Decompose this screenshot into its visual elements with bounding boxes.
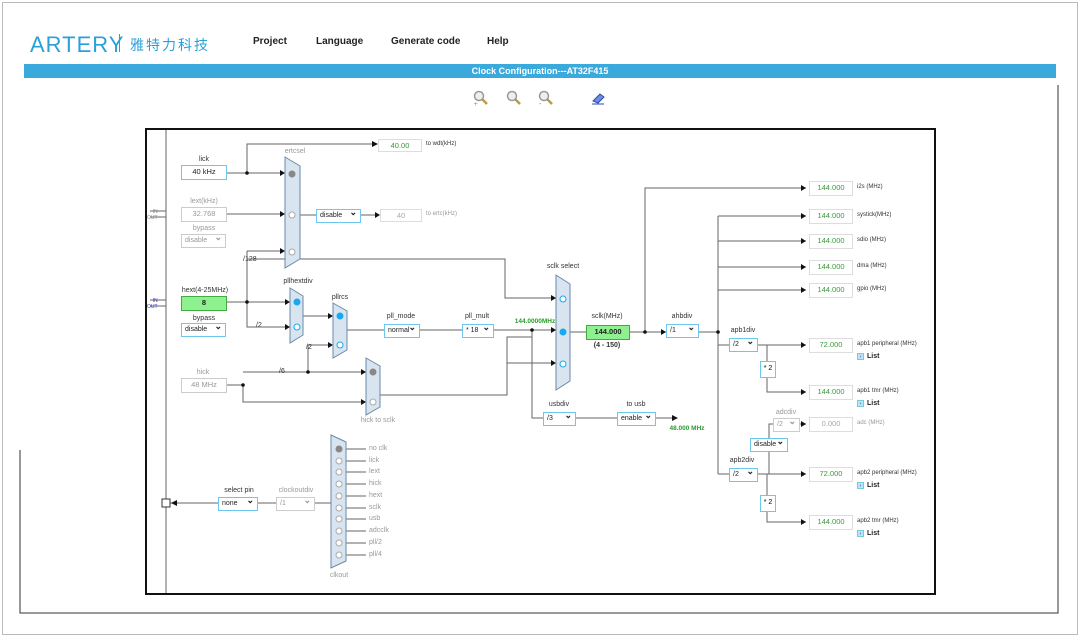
lick-field[interactable]: 40 kHz (181, 165, 227, 180)
wdt-label: to wdt(kHz) (426, 141, 457, 147)
apb2-tmr-output: 144.000 (809, 515, 853, 530)
apb1div-label: apb1div (730, 327, 756, 334)
apb2div-select[interactable]: /2 (729, 466, 758, 482)
clockoutdiv-label: clockoutdiv (278, 487, 314, 494)
usb-freq: 48.000 MHz (669, 425, 705, 432)
sclk-range: (4 - 150) (593, 342, 621, 349)
ertc-enable-select[interactable]: disable (316, 207, 361, 223)
lext-bypass-label: bypass (192, 225, 216, 232)
select-pin-label: select pin (224, 487, 254, 494)
apb2-tmr-label: apb2 tmr (MHz) (857, 518, 899, 524)
div128-label: /128 (243, 256, 257, 263)
pll-output-freq: 144.0000MHz (514, 318, 556, 325)
lext-label: lext(kHz) (190, 198, 218, 205)
lick-label: lick (198, 156, 210, 163)
pll-mult-select[interactable]: * 18 (462, 322, 494, 338)
clkout-option[interactable]: pll/4 (369, 551, 382, 558)
pll-mult-label: pll_mult (464, 313, 490, 320)
clkout-option[interactable]: adcclk (369, 527, 389, 534)
apb1-tmr-list-link[interactable]: › List (857, 400, 879, 407)
clkout-label: clkout (329, 572, 349, 579)
expand-icon: › (857, 400, 864, 407)
hext-label: hext(4-25MHz) (181, 287, 229, 294)
clockoutdiv-select[interactable]: /1 (276, 495, 315, 511)
adcdiv-select[interactable]: /2 (773, 416, 800, 432)
expand-icon: › (857, 482, 864, 489)
adc-label: adc (MHz) (857, 420, 885, 426)
clkout-option[interactable]: hick (369, 480, 381, 487)
usbdiv-label: usbdiv (548, 401, 570, 408)
sclk-field[interactable]: 144.000 (586, 325, 630, 340)
expand-icon: › (857, 530, 864, 537)
gpio-output: 144.000 (809, 283, 853, 298)
clkout-option[interactable]: usb (369, 515, 380, 522)
hick-to-sclk-label: hick to sclk (360, 417, 396, 424)
usb-enable-select[interactable]: enable (617, 410, 656, 426)
clkout-option[interactable]: sclk (369, 504, 381, 511)
clkout-option[interactable]: hext (369, 492, 382, 499)
sdio-label: sdio (MHz) (857, 237, 887, 243)
ahbdiv-label: ahbdiv (671, 313, 693, 320)
hick-field[interactable]: 48 MHz (181, 378, 227, 393)
apb1-tmr-label: apb1 tmr (MHz) (857, 388, 899, 394)
gpio-label: gpio (MHz) (857, 286, 887, 292)
systick-output: 144.000 (809, 209, 853, 224)
ertc-label: to ertc(kHz) (426, 211, 458, 217)
lext-bypass-select[interactable]: disable (181, 232, 226, 248)
div2-label: /2 (306, 344, 312, 351)
clkout-option[interactable]: pll/2 (369, 539, 382, 546)
wdt-output: 40.00 (378, 139, 422, 152)
lext-field[interactable]: 32.768 (181, 207, 227, 222)
apb1-peripheral-list-link[interactable]: › List (857, 353, 879, 360)
sclk-select-label: sclk select (546, 263, 580, 270)
apb1-tmr-output: 144.000 (809, 385, 853, 400)
adc-output: 0.000 (809, 417, 853, 432)
expand-icon: › (857, 353, 864, 360)
hext-bypass-label: bypass (192, 315, 216, 322)
apb1div-select[interactable]: /2 (729, 336, 758, 352)
apb2-tmr-list-link[interactable]: › List (857, 530, 879, 537)
apb2-peripheral-label: apb2 peripheral (MHz) (857, 470, 917, 476)
apb1-peripheral-output: 72.000 (809, 338, 853, 353)
sclk-label: sclk(MHz) (591, 313, 623, 320)
apb2-peripheral-list-link[interactable]: › List (857, 482, 879, 489)
clkout-option[interactable]: no clk (369, 445, 387, 452)
clkout-option[interactable]: lick (369, 457, 379, 464)
apb2div-label: apb2div (729, 457, 755, 464)
ahbdiv-select[interactable]: /1 (666, 322, 699, 338)
to-usb-label: to usb (626, 401, 646, 408)
adc-enable-select[interactable]: disable (750, 436, 788, 452)
ertc-output: 40 (380, 209, 422, 222)
adcdiv-label: adcdiv (775, 409, 797, 416)
apb1-tmr-multiplier: * 2 (760, 361, 776, 378)
hext-io: IN OUT (147, 298, 158, 310)
i2s-label: i2s (MHz) (857, 184, 883, 190)
pll-mode-select[interactable]: normal (384, 322, 420, 338)
div6-label: /6 (279, 368, 285, 375)
apb2-peripheral-output: 72.000 (809, 467, 853, 482)
i2s-output: 144.000 (809, 181, 853, 196)
pll-mode-label: pll_mode (386, 313, 416, 320)
apb2-tmr-multiplier: * 2 (760, 495, 776, 512)
hext-bypass-select[interactable]: disable (181, 321, 226, 337)
pllrcs-label: pllrcs (331, 294, 349, 301)
div2-label: /2 (256, 322, 262, 329)
dma-output: 144.000 (809, 260, 853, 275)
clkout-option[interactable]: lext (369, 468, 380, 475)
pllhextdiv-label: pllhextdiv (283, 278, 313, 285)
systick-label: systick(MHz) (857, 212, 892, 218)
sdio-output: 144.000 (809, 234, 853, 249)
hext-field[interactable]: 8 (181, 296, 227, 311)
apb1-peripheral-label: apb1 peripheral (MHz) (857, 341, 917, 347)
usbdiv-select[interactable]: /3 (543, 410, 576, 426)
hick-label: hick (196, 369, 210, 376)
select-pin-select[interactable]: none (218, 495, 258, 511)
lext-io: IN OUT (147, 209, 158, 221)
dma-label: dma (MHz) (857, 263, 887, 269)
ertcsel-label: ertcsel (284, 148, 306, 155)
